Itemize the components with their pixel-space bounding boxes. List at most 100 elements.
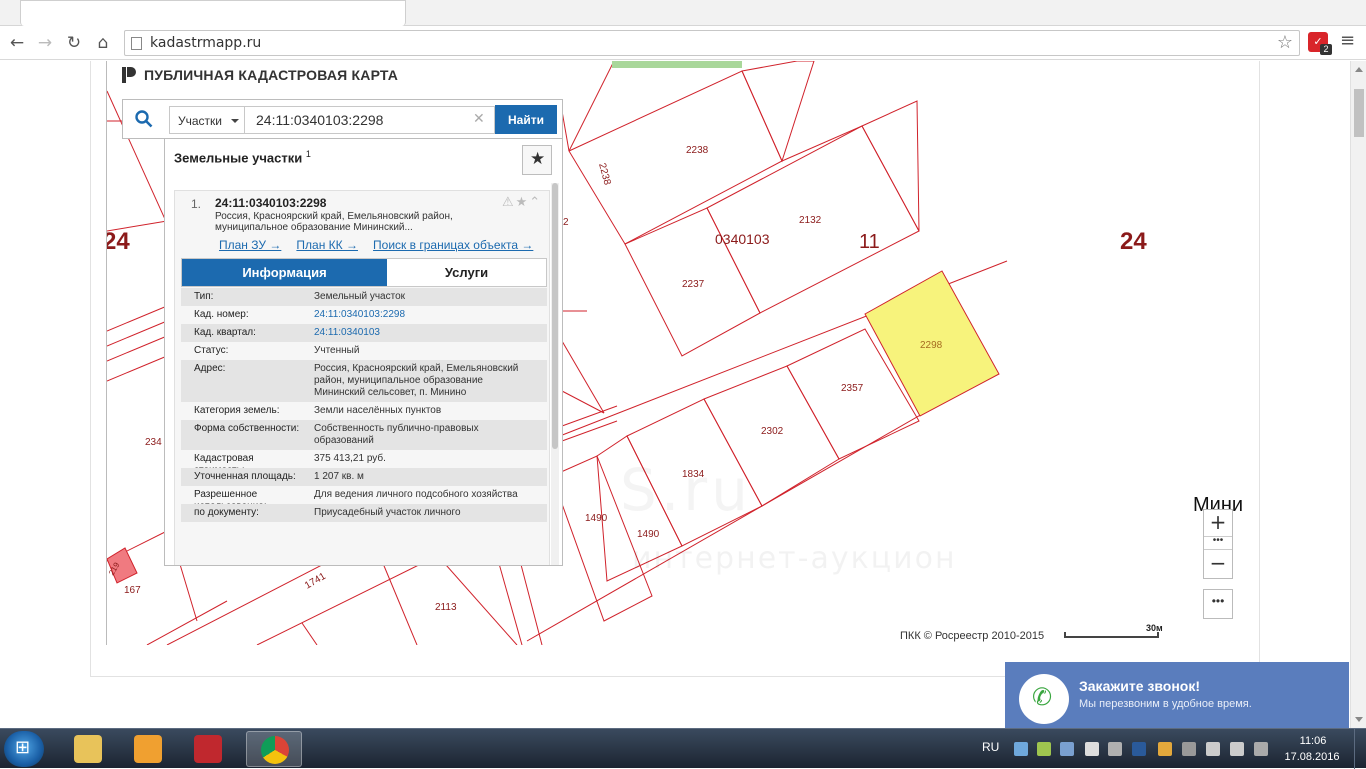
zoom-out-button[interactable]: − [1204, 550, 1232, 578]
folder-icon [74, 735, 102, 763]
browser-titlebar [0, 0, 1366, 26]
results-scroll-thumb[interactable] [552, 183, 558, 449]
tray-app-icon[interactable] [1060, 742, 1074, 756]
tray-app-icon[interactable] [1132, 742, 1146, 756]
parcel-top [741, 61, 815, 163]
more-tools-button[interactable]: ••• [1203, 589, 1233, 619]
forward-arrow-icon[interactable]: → [34, 32, 56, 54]
media-player-icon [134, 735, 162, 763]
brand-title: ПУБЛИЧНАЯ КАДАСТРОВАЯ КАРТА [144, 67, 399, 83]
search-type-label: Участки [178, 114, 222, 128]
find-button[interactable]: Найти [495, 105, 557, 134]
parcel-line-ne [861, 100, 920, 232]
property-value[interactable]: 24:11:0340103:2298 [314, 306, 534, 324]
result-card[interactable]: 1. 24:11:0340103:2298 Россия, Красноярск… [174, 190, 550, 565]
tray-network-icon[interactable] [1014, 742, 1028, 756]
tray-app-icon[interactable] [1037, 742, 1051, 756]
property-row: Категория земель: Земли населённых пункто… [181, 402, 547, 420]
parcel-line [781, 125, 863, 162]
property-key: Форма собственности: [194, 423, 300, 434]
page-scrollbar[interactable] [1350, 61, 1366, 728]
search-panel: Участки ✕ Найти [122, 99, 563, 139]
map-label-2113: 2113 [435, 602, 457, 613]
taskbar-media[interactable] [120, 731, 176, 767]
tray-app-icon[interactable] [1108, 742, 1122, 756]
search-icon[interactable] [135, 110, 153, 128]
map-label-2132: 2132 [799, 215, 822, 226]
map-label-1490a: 1490 [585, 513, 608, 524]
property-row: Кад. номер: 24:11:0340103:2298 [181, 306, 547, 324]
parcel-line [568, 61, 615, 152]
property-key: Адрес: [194, 363, 226, 374]
tray-volume-icon[interactable] [1230, 742, 1244, 756]
property-value: Приусадебный участок личного [314, 507, 461, 518]
favorite-button[interactable]: ★ [522, 145, 552, 175]
address-bar[interactable]: kadastrmapp.ru ☆ [124, 30, 1300, 56]
search-in-bounds-link[interactable]: Поиск в границах объекта → [373, 238, 533, 252]
tab-services[interactable]: Услуги [387, 259, 546, 286]
tray-date[interactable]: 17.08.2016 [1284, 751, 1340, 763]
taskbar-chrome[interactable] [246, 731, 302, 767]
scroll-up-icon[interactable] [1355, 67, 1363, 72]
map-label-24-left: 24 [107, 228, 130, 255]
map-label-2357: 2357 [841, 383, 864, 394]
callback-widget[interactable]: ✆ Закажите звонок! Мы перезвоним в удобн… [1005, 662, 1349, 728]
scale-bar [1064, 632, 1159, 638]
property-key: Тип: [194, 291, 214, 302]
tray-time[interactable]: 11:06 [1292, 735, 1334, 747]
tray-app-icon[interactable] [1182, 742, 1196, 756]
results-panel: Земельные участки 1 ★ 1. 24:11:0340103:2… [164, 139, 563, 566]
bookmark-star-icon[interactable]: ☆ [1277, 32, 1293, 53]
property-key: Уточненная площадь: [194, 471, 296, 482]
map-label-2302: 2302 [761, 426, 784, 437]
property-value: Учтенный [314, 345, 360, 356]
phone-icon[interactable]: ✆ [1019, 674, 1069, 724]
watermark-subtitle: интернет-аукцион [632, 541, 957, 576]
map-label-2298: 2298 [920, 340, 943, 351]
property-row: Форма собственности: Собственность публич… [181, 420, 547, 450]
tray-signal-icon[interactable] [1206, 742, 1220, 756]
result-cad-number[interactable]: 24:11:0340103:2298 [215, 196, 326, 210]
map-label-2238-vertical: 2238 [596, 162, 612, 187]
zoom-in-button[interactable]: + [1204, 510, 1232, 536]
parcel-line [561, 405, 618, 427]
clear-icon[interactable]: ✕ [473, 110, 485, 127]
search-input[interactable] [245, 106, 495, 134]
property-row: Уточненная площадь: 1 207 кв. м [181, 468, 547, 486]
property-value: Для ведения личного подсобного хозяйства [314, 489, 518, 500]
search-type-select[interactable]: Участки [169, 106, 245, 134]
parcel-line [381, 560, 418, 645]
zoom-control: + ••• − [1203, 509, 1233, 579]
start-button[interactable]: ⊞ [4, 731, 44, 767]
scroll-down-icon[interactable] [1355, 717, 1363, 722]
browser-tab[interactable] [20, 0, 406, 26]
property-value[interactable]: 24:11:0340103 [314, 324, 534, 342]
taskbar: ⊞ RU 11:06 17.08.2016 [0, 728, 1366, 769]
tab-info[interactable]: Информация [182, 259, 387, 286]
zoom-slider[interactable]: ••• [1204, 536, 1232, 550]
card-tool-icons[interactable]: ⚠★⌃ [502, 195, 542, 210]
show-desktop-button[interactable] [1354, 729, 1366, 769]
reload-icon[interactable]: ↻ [63, 32, 85, 54]
browser-menu-icon[interactable]: ≡ [1340, 30, 1355, 51]
parcel-line [301, 622, 318, 645]
tray-language[interactable]: RU [982, 740, 999, 754]
property-table: Тип: Земельный участок Кад. номер: 24:11:03… [181, 288, 547, 522]
results-scrollbar[interactable] [551, 183, 559, 565]
back-arrow-icon[interactable]: ← [6, 32, 28, 54]
plan-kk-link[interactable]: План КК → [296, 238, 358, 252]
tray-flag-icon[interactable] [1254, 742, 1268, 756]
page-scroll-thumb[interactable] [1354, 89, 1364, 137]
map-label-1741: 1741 [303, 571, 328, 592]
page-icon [131, 37, 142, 50]
plan-zu-link[interactable]: План ЗУ → [219, 238, 281, 252]
property-row: Статус: Учтенный [181, 342, 547, 360]
tray-app-icon[interactable] [1085, 742, 1099, 756]
property-row: Кадастровая стоимость:375 413,21 руб. [181, 450, 547, 476]
taskbar-app3[interactable] [180, 731, 236, 767]
taskbar-explorer[interactable] [60, 731, 116, 767]
tray-app-icon[interactable] [1158, 742, 1172, 756]
chevron-down-icon [231, 119, 239, 123]
map-label-1490b: 1490 [637, 529, 660, 540]
home-icon[interactable]: ⌂ [92, 32, 114, 54]
